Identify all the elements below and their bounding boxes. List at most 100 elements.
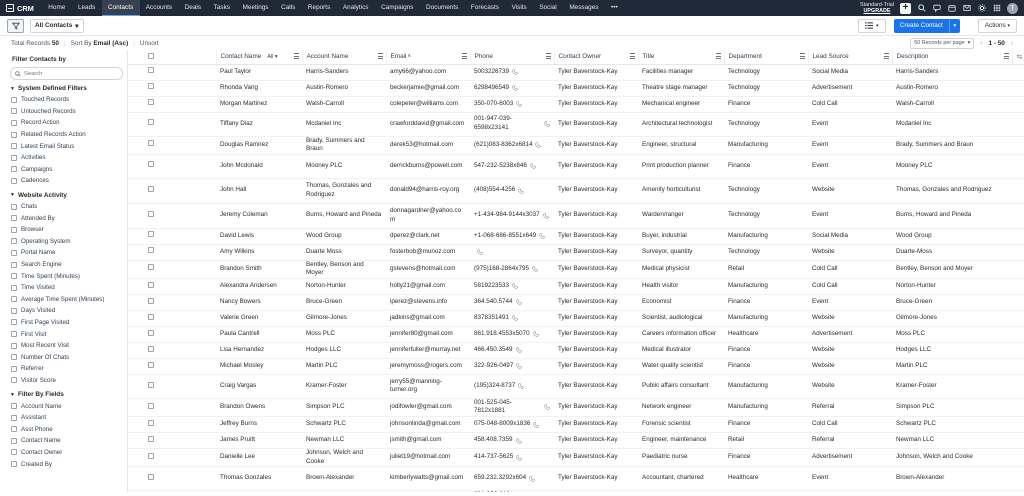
- filter-option[interactable]: Time Visited: [10, 282, 123, 294]
- nav-tab-analytics[interactable]: Analytics: [337, 0, 375, 16]
- apps-grid-icon[interactable]: [992, 4, 1001, 13]
- cell-contact-name[interactable]: Jeffrey Burns: [216, 416, 302, 434]
- phone-number[interactable]: 5003226739: [474, 68, 509, 77]
- filter-group-header[interactable]: ▼ System Defined Filters: [10, 85, 123, 92]
- filter-option[interactable]: Contact Name: [10, 435, 123, 447]
- filter-checkbox[interactable]: [11, 365, 17, 372]
- column-menu-icon[interactable]: [1003, 53, 1009, 61]
- filter-checkbox[interactable]: [11, 131, 17, 138]
- table-row[interactable]: Jeremy Coleman Burns, Howard and Pineda do…: [128, 203, 1024, 229]
- nav-tab-deals[interactable]: Deals: [178, 0, 207, 16]
- table-row[interactable]: James Pruitt Newman LLC jsmith@gmail.com 45…: [128, 432, 1024, 450]
- filter-checkbox[interactable]: [11, 377, 17, 384]
- nav-tab-campaigns[interactable]: Campaigns: [375, 0, 420, 16]
- nav-tab-leads[interactable]: Leads: [72, 0, 102, 16]
- cell-account-name[interactable]: Mooney PLC: [302, 154, 386, 179]
- cell-contact-name[interactable]: Craig Vargas: [216, 374, 302, 399]
- filter-checkbox[interactable]: [11, 354, 17, 361]
- filter-checkbox[interactable]: [11, 342, 17, 349]
- filter-checkbox[interactable]: [11, 108, 17, 115]
- filter-option[interactable]: Campaigns: [10, 164, 123, 176]
- row-checkbox[interactable]: [148, 329, 154, 336]
- column-menu-icon[interactable]: [715, 53, 721, 61]
- column-contact-owner[interactable]: Contact Owner: [554, 50, 639, 65]
- app-logo[interactable]: CRM: [6, 4, 42, 13]
- phone-call-icon[interactable]: [530, 163, 536, 169]
- table-row[interactable]: George HendrixWade, Newton and Evanskris…: [128, 490, 1024, 492]
- phone-number[interactable]: +1-068-686-8551x649: [474, 232, 536, 241]
- phone-call-icon[interactable]: [512, 283, 518, 290]
- upgrade-link[interactable]: UPGRADE: [860, 8, 894, 14]
- cell-account-name[interactable]: Martin PLC: [302, 358, 386, 375]
- phone-call-icon[interactable]: [516, 455, 522, 461]
- cell-email[interactable]: jennifer80@gmail.com: [386, 326, 470, 343]
- column-menu-icon[interactable]: [799, 53, 805, 61]
- filter-checkbox[interactable]: [11, 238, 17, 245]
- phone-number[interactable]: 322-926-0497: [474, 362, 513, 371]
- row-checkbox[interactable]: [148, 83, 154, 90]
- cell-account-name[interactable]: Thomas, Gonzales and Rodriguez: [302, 178, 386, 204]
- filter-option[interactable]: Attended By: [10, 212, 123, 224]
- nav-tab-tasks[interactable]: Tasks: [207, 0, 236, 16]
- filter-option[interactable]: Average Time Spent (Minutes): [10, 294, 123, 306]
- filter-option[interactable]: Portal Name: [10, 247, 123, 259]
- filter-checkbox[interactable]: [11, 414, 17, 421]
- cell-contact-name[interactable]: Valerie Green: [216, 310, 302, 327]
- filter-checkbox[interactable]: [11, 249, 17, 256]
- unsort-link[interactable]: Unsort: [140, 40, 159, 47]
- row-checkbox[interactable]: [148, 402, 154, 409]
- filter-checkbox[interactable]: [11, 449, 17, 456]
- phone-number[interactable]: 350-070-6003: [474, 100, 513, 109]
- cell-account-name[interactable]: Newman LLC: [302, 432, 386, 450]
- select-all-checkbox[interactable]: [148, 52, 154, 59]
- row-checkbox[interactable]: [148, 435, 154, 442]
- filter-option[interactable]: Referrer: [10, 363, 123, 375]
- phone-call-icon[interactable]: [477, 249, 483, 255]
- cell-email[interactable]: holly21@gmail.com: [386, 278, 470, 295]
- nav-tab-accounts[interactable]: Accounts: [140, 0, 179, 16]
- filter-option[interactable]: Untouched Records: [10, 106, 123, 118]
- filter-option[interactable]: Contact Owner: [10, 447, 123, 459]
- actions-button[interactable]: Actions ▾: [977, 18, 1017, 33]
- filter-group-header[interactable]: ▼ Filter By Fields: [10, 391, 123, 398]
- table-row[interactable]: Amy Wilkins Duarte Moss fosterbob@munoz.co…: [128, 244, 1024, 261]
- cell-account-name[interactable]: Harris-Sanders: [302, 64, 386, 81]
- column-menu-icon[interactable]: [461, 53, 467, 61]
- filter-option[interactable]: Record Action: [10, 117, 123, 129]
- filter-checkbox[interactable]: [11, 461, 17, 468]
- table-row[interactable]: Thomas Gonzales Brown-Alexander kimberlywa…: [128, 466, 1024, 492]
- table-row[interactable]: Lisa Hernandez Hodges LLC jenniferfuller@m…: [128, 342, 1024, 359]
- next-page-icon[interactable]: ›: [1011, 40, 1013, 47]
- nav-tab-home[interactable]: Home: [42, 0, 72, 16]
- column-title[interactable]: Title: [638, 50, 725, 65]
- column-phone[interactable]: Phone: [470, 50, 555, 65]
- row-checkbox[interactable]: [148, 185, 154, 192]
- column-menu-icon[interactable]: [545, 53, 551, 61]
- cell-email[interactable]: jeremymoss@rogers.com: [386, 358, 470, 375]
- cell-contact-name[interactable]: James Pruitt: [216, 432, 302, 450]
- phone-call-icon[interactable]: [533, 331, 539, 338]
- cell-email[interactable]: colepeter@williams.com: [386, 96, 470, 113]
- cell-email[interactable]: jadkins@gmail.com: [386, 310, 470, 327]
- phone-number[interactable]: 8378351491: [474, 314, 509, 323]
- filter-option[interactable]: Assistant: [10, 412, 123, 424]
- filter-option[interactable]: Days Visited: [10, 305, 123, 317]
- row-checkbox[interactable]: [148, 345, 154, 352]
- column-account-name[interactable]: Account Name: [302, 50, 387, 65]
- table-row[interactable]: Danielle Lee Johnson, Welch and Cooke juli…: [128, 448, 1024, 468]
- row-checkbox[interactable]: [148, 247, 154, 254]
- filter-checkbox[interactable]: [11, 119, 17, 126]
- cell-contact-name[interactable]: Paul Taylor: [216, 64, 302, 81]
- filter-checkbox[interactable]: [11, 96, 17, 103]
- phone-call-icon[interactable]: [543, 213, 549, 219]
- column-menu-icon[interactable]: [377, 53, 383, 61]
- table-row[interactable]: Douglas Ramirez Brady, Summers and Braun d…: [128, 136, 1024, 155]
- column-menu-icon[interactable]: [883, 53, 889, 61]
- phone-number[interactable]: 414-737-5625: [474, 453, 513, 462]
- cell-account-name[interactable]: Brady, Summers and Braun: [302, 136, 386, 155]
- filter-option[interactable]: Operating System: [10, 236, 123, 248]
- cell-account-name[interactable]: Hodges LLC: [302, 342, 386, 359]
- cell-account-name[interactable]: Mcdaniel Inc: [302, 112, 386, 137]
- filter-checkbox[interactable]: [11, 319, 17, 326]
- column-settings-icon[interactable]: ⇆: [1017, 54, 1023, 61]
